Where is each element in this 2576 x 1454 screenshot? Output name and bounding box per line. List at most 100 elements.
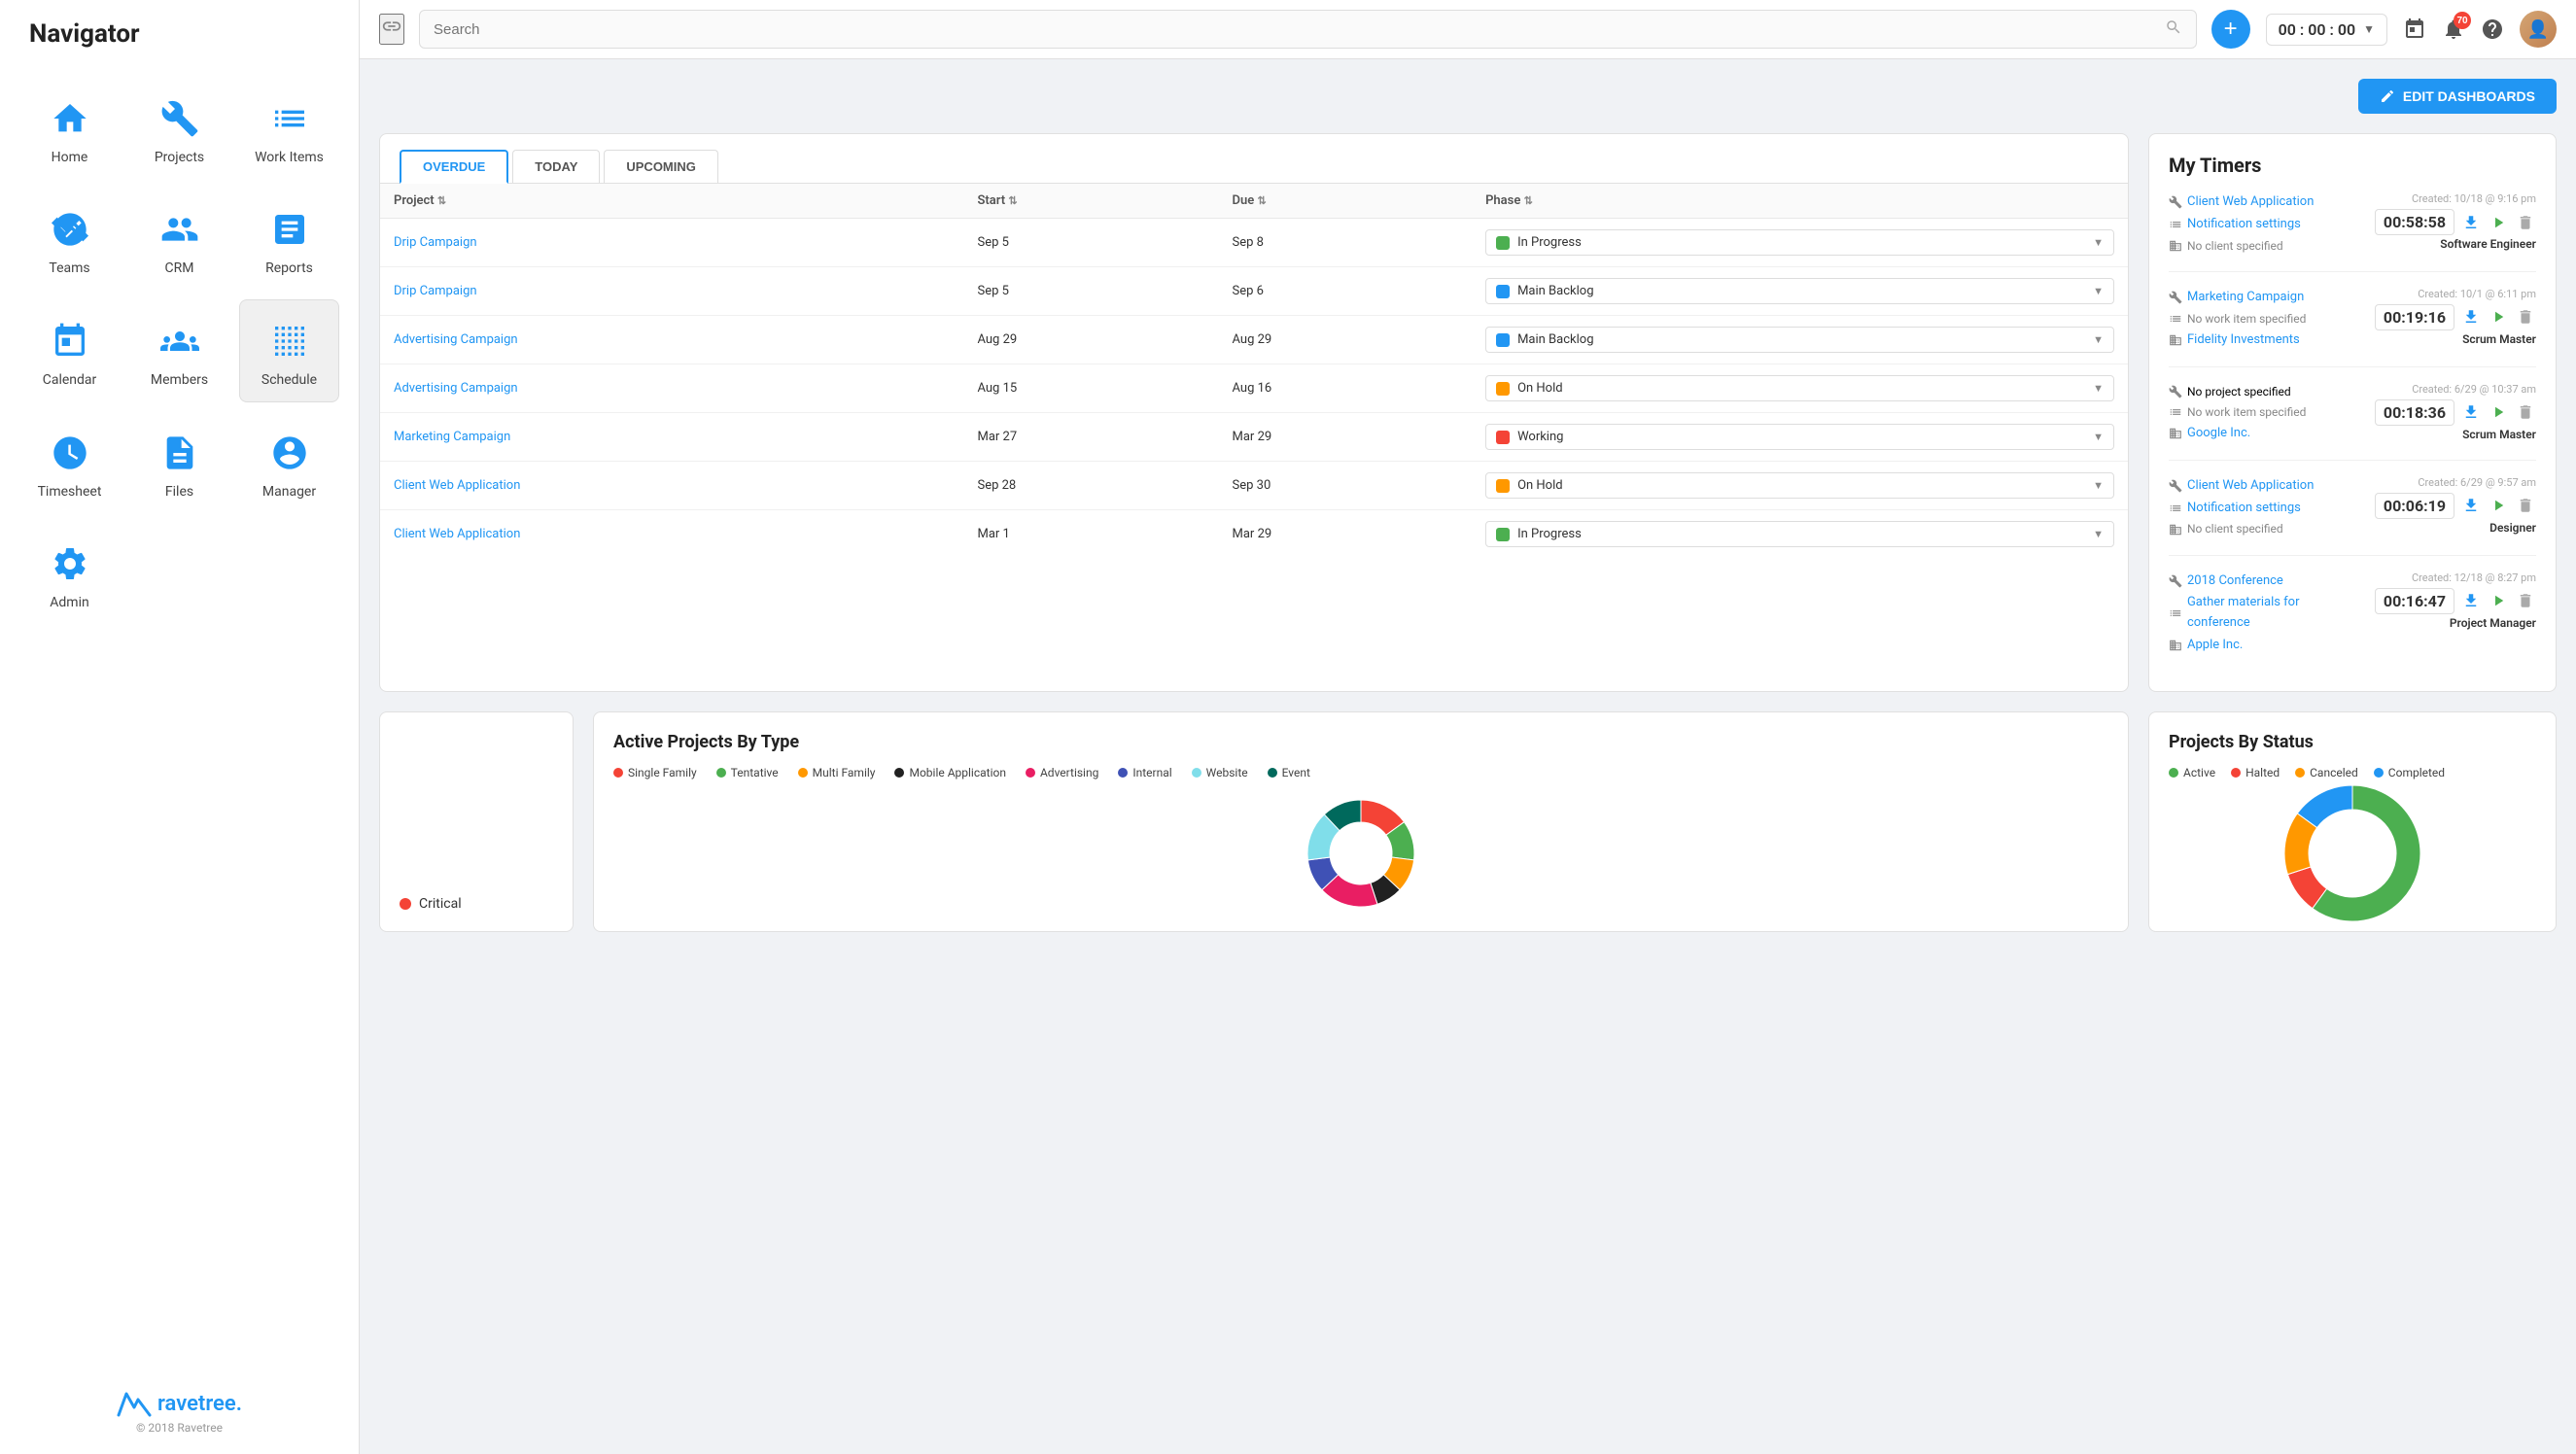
timer-client[interactable]: Apple Inc. xyxy=(2187,636,2243,656)
project-link[interactable]: Client Web Application xyxy=(394,478,520,493)
timer-delete-button[interactable] xyxy=(2515,495,2536,516)
sidebar-item-label-files: Files xyxy=(165,484,193,500)
work-items-icon xyxy=(266,95,313,142)
project-link[interactable]: Marketing Campaign xyxy=(394,430,510,444)
sidebar-item-projects[interactable]: Projects xyxy=(129,78,229,179)
sidebar-item-teams[interactable]: Teams xyxy=(19,189,120,290)
work-items-panel: OVERDUE TODAY UPCOMING Project ⇅ Start ⇅… xyxy=(379,133,2129,692)
sidebar-item-reports[interactable]: Reports xyxy=(239,189,339,290)
timer-project[interactable]: Client Web Application xyxy=(2187,192,2314,213)
sort-arrow-phase: ⇅ xyxy=(1524,194,1533,207)
wrench-icon xyxy=(2169,574,2182,588)
project-link[interactable]: Drip Campaign xyxy=(394,235,477,250)
timer-client[interactable]: Fidelity Investments xyxy=(2187,330,2300,351)
sidebar-item-members[interactable]: Members xyxy=(129,299,229,402)
help-button[interactable] xyxy=(2481,17,2504,41)
sidebar-item-manager[interactable]: Manager xyxy=(239,412,339,513)
phase-badge[interactable]: Working ▼ xyxy=(1485,424,2114,450)
timer-project-row: 2018 Conference xyxy=(2169,571,2365,592)
legend-label: Event xyxy=(1282,766,1310,779)
project-link[interactable]: Advertising Campaign xyxy=(394,332,518,347)
col-phase[interactable]: Phase ⇅ xyxy=(1472,184,2128,219)
project-link[interactable]: Client Web Application xyxy=(394,527,520,541)
phase-badge[interactable]: On Hold ▼ xyxy=(1485,472,2114,499)
timer-work-item[interactable]: Notification settings xyxy=(2187,499,2301,519)
table-cell-project: Advertising Campaign xyxy=(380,364,963,413)
sidebar-item-files[interactable]: Files xyxy=(129,412,229,513)
timer-delete-button[interactable] xyxy=(2515,590,2536,611)
col-start[interactable]: Start ⇅ xyxy=(963,184,1218,219)
timer-download-button[interactable] xyxy=(2460,401,2482,423)
phase-badge[interactable]: In Progress ▼ xyxy=(1485,521,2114,547)
tab-today[interactable]: TODAY xyxy=(512,150,600,183)
phase-badge[interactable]: Main Backlog ▼ xyxy=(1485,278,2114,304)
sidebar-item-schedule[interactable]: Schedule xyxy=(239,299,339,402)
sidebar-item-crm[interactable]: CRM xyxy=(129,189,229,290)
sidebar-item-calendar[interactable]: Calendar xyxy=(19,299,120,402)
phase-text: Working xyxy=(1517,430,2085,444)
sidebar-item-label-members: Members xyxy=(151,372,208,388)
edit-dashboards-button[interactable]: EDIT DASHBOARDS xyxy=(2358,79,2557,114)
sidebar-item-admin[interactable]: Admin xyxy=(19,523,120,624)
timer-download-button[interactable] xyxy=(2460,590,2482,611)
timer-delete-button[interactable] xyxy=(2515,212,2536,233)
table-cell-phase: On Hold ▼ xyxy=(1472,364,2128,413)
sidebar-item-timesheet[interactable]: Timesheet xyxy=(19,412,120,513)
timer-controls: 00:06:19 xyxy=(2375,493,2536,519)
timer-download-button[interactable] xyxy=(2460,212,2482,233)
project-link[interactable]: Advertising Campaign xyxy=(394,381,518,396)
admin-icon xyxy=(47,540,93,587)
critical-item: Critical xyxy=(400,896,462,912)
search-input[interactable] xyxy=(434,21,2165,38)
timer-client-row: Apple Inc. xyxy=(2169,636,2365,656)
timer-project[interactable]: Client Web Application xyxy=(2187,476,2314,497)
phase-dot xyxy=(1496,431,1510,444)
tab-upcoming[interactable]: UPCOMING xyxy=(604,150,718,183)
phase-badge[interactable]: In Progress ▼ xyxy=(1485,229,2114,256)
project-link[interactable]: Drip Campaign xyxy=(394,284,477,298)
add-button[interactable]: + xyxy=(2211,10,2250,49)
phase-badge[interactable]: On Hold ▼ xyxy=(1485,375,2114,401)
legend-dot xyxy=(1026,768,1035,778)
sidebar-title: Navigator xyxy=(29,19,140,49)
phase-text: On Hold xyxy=(1517,478,2085,493)
phase-badge[interactable]: Main Backlog ▼ xyxy=(1485,327,2114,353)
timer-play-button[interactable] xyxy=(2488,401,2509,423)
timer-play-button[interactable] xyxy=(2488,495,2509,516)
timer-delete-button[interactable] xyxy=(2515,306,2536,328)
timer-play-button[interactable] xyxy=(2488,590,2509,611)
timer-work-item[interactable]: Notification settings xyxy=(2187,215,2301,235)
avatar[interactable]: 👤 xyxy=(2520,11,2557,48)
timer-project-row: No project specified xyxy=(2169,383,2365,401)
timer-download-button[interactable] xyxy=(2460,306,2482,328)
table-cell-start: Mar 27 xyxy=(963,413,1218,462)
timer-work-item[interactable]: Gather materials for conference xyxy=(2187,593,2365,634)
phase-arrow-icon: ▼ xyxy=(2093,285,2104,297)
sidebar-item-work-items[interactable]: Work Items xyxy=(239,78,339,179)
timer-download-button[interactable] xyxy=(2460,495,2482,516)
notification-button[interactable]: 70 xyxy=(2442,17,2465,41)
legend-item: Tentative xyxy=(716,766,779,779)
link-icon[interactable] xyxy=(379,14,404,45)
timer-project[interactable]: 2018 Conference xyxy=(2187,571,2283,592)
table-row: Advertising Campaign Aug 29 Aug 29 Main … xyxy=(380,316,2128,364)
legend-dot xyxy=(1192,768,1201,778)
tab-overdue[interactable]: OVERDUE xyxy=(400,150,508,184)
timer-play-button[interactable] xyxy=(2488,212,2509,233)
timers-title: My Timers xyxy=(2169,154,2536,177)
timer-display[interactable]: 00 : 00 : 00 ▼ xyxy=(2266,14,2387,46)
calendar-button[interactable] xyxy=(2403,17,2426,41)
timer-project[interactable]: Marketing Campaign xyxy=(2187,288,2304,308)
edit-dashboards-label: EDIT DASHBOARDS xyxy=(2403,88,2535,104)
col-project[interactable]: Project ⇅ xyxy=(380,184,963,219)
timer-delete-button[interactable] xyxy=(2515,401,2536,423)
col-due[interactable]: Due ⇅ xyxy=(1219,184,1473,219)
timers-list: Client Web Application Notification sett… xyxy=(2169,192,2536,672)
timer-right: Created: 10/1 @ 6:11 pm 00:19:16 Scrum M… xyxy=(2375,288,2536,346)
timer-client[interactable]: Google Inc. xyxy=(2187,424,2250,444)
timer-created: Created: 10/18 @ 9:16 pm xyxy=(2375,192,2536,205)
main-content: + 00 : 00 : 00 ▼ 70 👤 xyxy=(360,0,2576,1454)
building-icon xyxy=(2169,427,2182,440)
sidebar-item-home[interactable]: Home xyxy=(19,78,120,179)
timer-play-button[interactable] xyxy=(2488,306,2509,328)
